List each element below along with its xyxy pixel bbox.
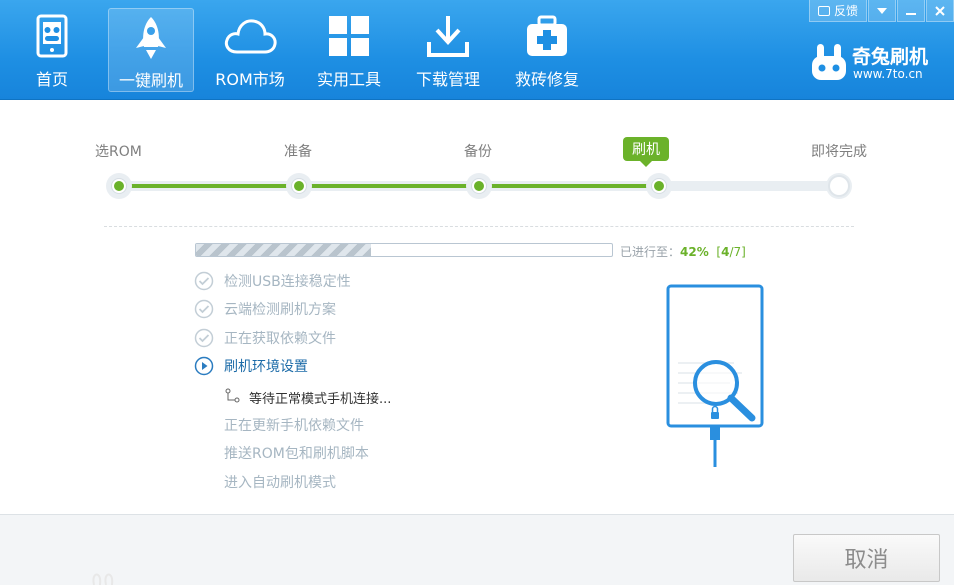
nav-download-manager-label: 下载管理 — [415, 70, 480, 89]
window-controls: 反馈 — [808, 0, 954, 24]
tree-branch-icon — [225, 388, 240, 403]
task-item: 推送ROM包和刷机脚本 — [224, 442, 369, 464]
step-label-backup: 备份 — [464, 144, 492, 160]
progress-count-close: ] — [741, 245, 746, 259]
step-dot-prepare — [286, 173, 312, 199]
close-button[interactable] — [926, 0, 954, 22]
brand: 奇兔刷机 www.7to.cn — [810, 42, 940, 86]
nav-utilities-label: 实用工具 — [316, 70, 381, 89]
progress-percent: 42% — [680, 245, 709, 259]
subtask-label: 等待正常模式手机连接... — [249, 391, 392, 407]
task-label: 正在更新手机依赖文件 — [224, 418, 364, 434]
task-label: 云端检测刷机方案 — [224, 302, 336, 318]
step-dot-finishing — [826, 173, 852, 199]
subtask-item: 等待正常模式手机连接... — [225, 387, 391, 407]
task-item: 正在获取依赖文件 — [194, 327, 336, 349]
chevron-down-icon — [877, 7, 887, 14]
cloud-icon — [207, 14, 293, 60]
rabbit-ears-decoration-icon — [92, 573, 114, 585]
task-label: 刷机环境设置 — [224, 359, 308, 375]
brand-url: www.7to.cn — [853, 67, 923, 81]
cancel-button[interactable]: 取消 — [793, 534, 940, 582]
step-dot-select-rom — [106, 173, 132, 199]
check-circle-icon — [194, 328, 214, 348]
nav-rom-market-label: ROM市场 — [215, 70, 285, 89]
progress-prefix: 已进行至： — [620, 245, 681, 259]
step-track-progress — [118, 184, 659, 188]
feedback-button[interactable]: 反馈 — [809, 0, 867, 22]
rabbit-logo-icon — [812, 44, 846, 80]
nav-one-click-flash-label: 一键刷机 — [118, 71, 183, 90]
phone-scan-illustration — [666, 284, 764, 467]
flash-progress-fill — [196, 244, 371, 256]
check-circle-icon — [194, 271, 214, 291]
home-icon — [9, 14, 95, 60]
task-item-current: 刷机环境设置 — [194, 355, 308, 377]
step-label-finishing: 即将完成 — [811, 144, 867, 160]
chat-bubble-icon — [817, 5, 830, 16]
nav-brick-repair-label: 救砖修复 — [514, 70, 579, 89]
nav-brick-repair[interactable]: 救砖修复 — [504, 8, 590, 92]
feedback-label: 反馈 — [833, 4, 858, 18]
nav-home[interactable]: 首页 — [9, 8, 95, 92]
minimize-button[interactable] — [897, 0, 925, 22]
grid-icon — [306, 14, 392, 60]
divider — [104, 226, 854, 227]
nav-download-manager[interactable]: 下载管理 — [405, 8, 491, 92]
download-icon — [405, 14, 491, 60]
flash-progress-bar — [195, 243, 613, 257]
minimize-icon — [906, 12, 916, 15]
step-track — [104, 171, 854, 201]
step-dot-flash — [646, 173, 672, 199]
task-item: 检测USB连接稳定性 — [194, 270, 351, 292]
progress-status: 已进行至：42% [4/7] — [620, 243, 746, 260]
step-label-flash: 刷机 — [623, 137, 669, 167]
medical-kit-icon — [504, 14, 590, 60]
play-circle-icon — [194, 356, 214, 376]
close-icon — [935, 5, 945, 16]
task-label: 进入自动刷机模式 — [224, 475, 336, 491]
nav-home-label: 首页 — [35, 70, 68, 89]
menu-dropdown-button[interactable] — [868, 0, 896, 22]
step-label-prepare: 准备 — [284, 144, 312, 160]
step-dot-backup — [466, 173, 492, 199]
nav-utilities[interactable]: 实用工具 — [306, 8, 392, 92]
top-navigation-bar: 首页 一键刷机 ROM市场 实用工具 下载管理 救砖修复 反馈 奇兔刷机 www… — [0, 0, 954, 100]
task-item: 正在更新手机依赖文件 — [224, 414, 364, 436]
nav-rom-market[interactable]: ROM市场 — [207, 8, 293, 92]
task-label: 推送ROM包和刷机脚本 — [224, 446, 369, 462]
rocket-icon — [109, 15, 193, 61]
task-label: 检测USB连接稳定性 — [224, 274, 351, 290]
brand-name: 奇兔刷机 — [852, 46, 929, 68]
task-item: 云端检测刷机方案 — [194, 298, 336, 320]
nav-one-click-flash[interactable]: 一键刷机 — [108, 8, 194, 92]
progress-count-total: 7 — [733, 245, 742, 259]
task-item: 进入自动刷机模式 — [224, 471, 336, 493]
step-label-select-rom: 选ROM — [95, 144, 142, 160]
task-label: 正在获取依赖文件 — [224, 331, 336, 347]
check-circle-icon — [194, 299, 214, 319]
